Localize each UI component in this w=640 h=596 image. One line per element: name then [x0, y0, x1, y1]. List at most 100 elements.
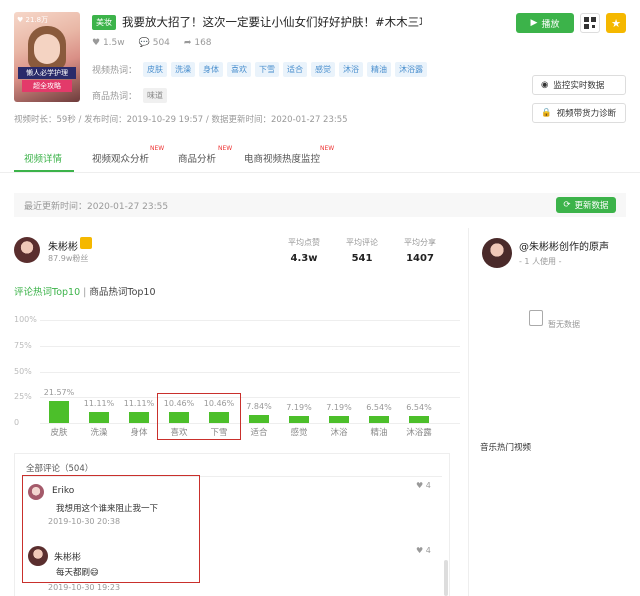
- favorite-button[interactable]: ★: [606, 13, 626, 33]
- x-tick-label: 沐浴: [330, 428, 348, 438]
- category-badge: 美妆: [92, 15, 116, 30]
- chart-bar[interactable]: [249, 414, 269, 423]
- new-badge: NEW: [218, 145, 233, 152]
- empty-data-icon: [529, 310, 543, 326]
- tab-audience-analysis[interactable]: 视频观众分析 NEW: [92, 145, 164, 165]
- product-words-label: 商品热词：: [92, 92, 138, 102]
- x-tick-label: 洗澡: [90, 428, 108, 438]
- chart-bar[interactable]: [409, 416, 429, 423]
- gridline: [40, 371, 460, 373]
- bar-value-label: 7.19%: [326, 402, 352, 412]
- bar-value-label: 7.84%: [246, 401, 272, 411]
- avg-shares-label: 平均分享: [404, 238, 436, 247]
- highlight-box: [157, 393, 241, 440]
- gridline: [40, 320, 460, 321]
- hot-word-tag: 沐浴: [339, 62, 364, 77]
- star-icon: ★: [611, 16, 621, 30]
- comment-likes[interactable]: ♥ 4: [416, 546, 431, 555]
- heart-icon: ♥: [416, 481, 424, 490]
- like-stat: ♥ 1.5w: [92, 38, 125, 48]
- highlight-box: [22, 475, 200, 583]
- comment-likes[interactable]: ♥ 4: [416, 481, 431, 490]
- hot-word-tag: 下雪: [255, 62, 280, 77]
- hot-words-label: 视频热词：: [92, 66, 138, 76]
- new-badge: NEW: [150, 145, 165, 152]
- avg-likes-label: 平均点赞: [288, 238, 320, 247]
- avg-comments-value: 541: [351, 253, 373, 264]
- video-thumbnail[interactable]: ♥ 21.8万 懒人必学护理 超全攻略: [14, 12, 80, 102]
- avg-likes-value: 4.3w: [290, 253, 318, 264]
- monitor-realtime-button[interactable]: ◉ 监控实时数据: [532, 75, 626, 95]
- bar-value-label: 21.57%: [43, 387, 75, 397]
- qr-code-button[interactable]: [580, 13, 600, 33]
- product-word-tag: 味道: [143, 88, 168, 103]
- hot-word-tag: 精油: [367, 62, 392, 77]
- chart-bar[interactable]: [329, 415, 349, 423]
- comment-stat: 💬 504: [138, 38, 170, 48]
- chart-bar[interactable]: [49, 400, 69, 423]
- tab-product-hot-words[interactable]: 商品热词Top10: [89, 287, 155, 298]
- active-tab-indicator: [14, 170, 74, 172]
- tab-comment-hot-words[interactable]: 评论热词Top10: [14, 287, 80, 298]
- video-hot-words: 视频热词： 皮肤 洗澡 身体 喜欢 下雪 适合 感觉 沐浴 精油 沐浴露: [92, 62, 431, 77]
- tabs-divider: [0, 172, 640, 173]
- x-tick-label: 皮肤: [50, 428, 68, 438]
- x-tick-label: 沐浴露: [406, 428, 432, 438]
- tab-heat-monitor[interactable]: 电商视频热度监控 NEW: [244, 145, 334, 165]
- chart-bar[interactable]: [369, 416, 389, 423]
- x-tick-label: 适合: [250, 428, 268, 438]
- sound-avatar[interactable]: [482, 238, 512, 268]
- comment-time: 2019-10-30 19:23: [48, 583, 121, 592]
- comments-scrollbar[interactable]: [444, 560, 448, 596]
- play-button[interactable]: ▶ 播放: [516, 13, 574, 33]
- comment-icon: 💬: [138, 38, 150, 48]
- engagement-row: ♥ 1.5w 💬 504 ➦ 168: [92, 38, 212, 48]
- empty-data-text: 暂无数据: [548, 320, 580, 329]
- author-avatar[interactable]: [14, 237, 40, 263]
- hot-word-tag: 适合: [283, 62, 308, 77]
- heart-icon: ♥: [416, 546, 424, 555]
- y-tick-label: 25%: [14, 392, 32, 402]
- heart-icon: ♥: [92, 38, 101, 48]
- tab-video-detail[interactable]: 视频详情: [24, 151, 62, 165]
- new-badge: NEW: [320, 145, 335, 152]
- tab-product-analysis[interactable]: 商品分析 NEW: [178, 145, 232, 165]
- play-icon: ▶: [530, 18, 538, 28]
- chart-bar[interactable]: [89, 411, 109, 423]
- thumb-likes: ♥ 21.8万: [17, 16, 49, 24]
- y-tick-label: 50%: [14, 366, 32, 376]
- music-hot-videos-title: 音乐热门视频: [480, 443, 532, 453]
- eye-icon: ◉: [541, 80, 549, 90]
- thumb-caption: 超全攻略: [22, 80, 72, 92]
- verified-icon: [80, 237, 92, 249]
- hot-word-tag: 身体: [199, 62, 224, 77]
- thumb-caption: 懒人必学护理: [18, 67, 76, 79]
- hot-words-tabs: 评论热词Top10 | 商品热词Top10: [14, 284, 156, 298]
- sound-users: - 1 人使用 -: [519, 257, 562, 266]
- x-tick-label: 精油: [370, 428, 388, 438]
- diagnose-button[interactable]: 🔒 视频带货力诊断: [532, 103, 626, 123]
- column-divider: [468, 228, 469, 596]
- sound-title[interactable]: @朱彬彬创作的原声: [519, 238, 609, 253]
- qr-code-icon: [584, 17, 596, 29]
- hot-word-tag: 皮肤: [143, 62, 168, 77]
- refresh-data-button[interactable]: ⟳ 更新数据: [556, 197, 616, 213]
- gridline: [40, 345, 460, 347]
- bar-value-label: 11.11%: [123, 398, 155, 408]
- y-tick-label: 0: [14, 418, 20, 427]
- bar-value-label: 6.54%: [406, 403, 432, 413]
- bar-value-label: 6.54%: [366, 403, 392, 413]
- video-title[interactable]: 我要放大招了！这次一定要让小仙女们好好护肤！#木木三攻...: [122, 14, 422, 30]
- author-fans: 87.9w粉丝: [48, 254, 89, 263]
- chart-bar[interactable]: [289, 415, 309, 423]
- comments-header: 全部评论（504）: [26, 464, 94, 474]
- bar-value-label: 7.19%: [286, 402, 312, 412]
- author-name[interactable]: 朱彬彬: [48, 238, 78, 253]
- tab-separator: |: [83, 287, 87, 298]
- x-tick-label: 感觉: [290, 428, 308, 438]
- y-tick-label: 75%: [14, 340, 32, 350]
- product-hot-words: 商品热词： 味道: [92, 88, 171, 103]
- avg-shares-value: 1407: [406, 253, 434, 264]
- chart-bar[interactable]: [129, 411, 149, 423]
- hot-word-tag: 洗澡: [171, 62, 196, 77]
